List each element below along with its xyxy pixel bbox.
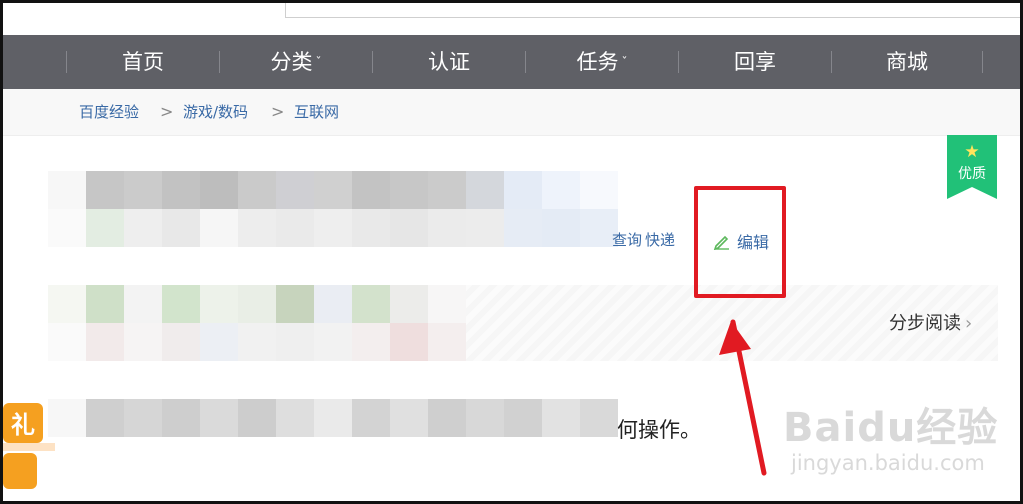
browser-screenshot: 首页 分类 ˇ 认证 任务 ˇ 回享 商城 百度经验 > 游戏/数码 > 互联网 ★…: [0, 0, 1023, 504]
annotation-arrow-icon: [719, 319, 767, 476]
